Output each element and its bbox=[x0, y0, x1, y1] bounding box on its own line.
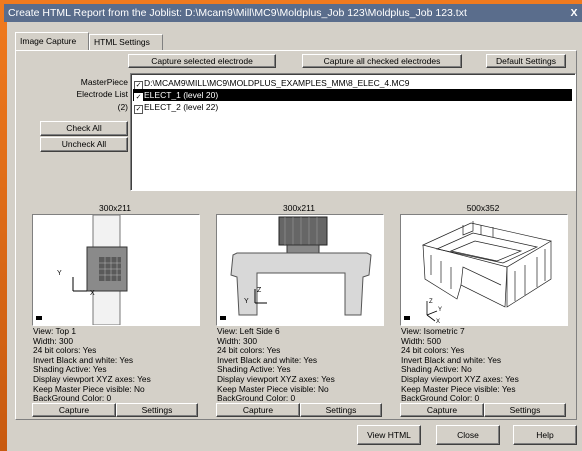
top-view-drawing: Y X bbox=[36, 215, 128, 325]
capture-selected-button[interactable]: Capture selected electrode bbox=[128, 54, 276, 68]
preview-1-size: 300x211 bbox=[99, 203, 131, 213]
preview-2-settings-button[interactable]: Settings bbox=[300, 403, 382, 417]
axis-label-z: Z bbox=[429, 299, 433, 305]
preview-2-image: Z Y bbox=[216, 214, 384, 326]
list-item-elect-2[interactable]: ✓ ELECT_2 (level 22) bbox=[133, 101, 218, 114]
axis-label-y: Y bbox=[244, 298, 249, 305]
preview-2-size: 300x211 bbox=[283, 203, 315, 213]
image-capture-panel: Capture selected electrode Capture all c… bbox=[15, 50, 577, 420]
default-settings-button[interactable]: Default Settings bbox=[486, 54, 566, 68]
preview-3-image: Z Y X bbox=[400, 214, 568, 326]
preview-1-image: Y X bbox=[32, 214, 200, 326]
axis-label-x: X bbox=[436, 319, 440, 325]
preview-2-info: View: Left Side 6 Width: 300 24 bit colo… bbox=[217, 326, 335, 404]
list-item-masterpiece[interactable]: ✓ D:\MCAM9\MILL\MC9\MOLDPLUS_EXAMPLES_MM\… bbox=[133, 77, 409, 90]
electrode-list[interactable]: ✓ D:\MCAM9\MILL\MC9\MOLDPLUS_EXAMPLES_MM\… bbox=[130, 73, 576, 191]
close-button[interactable]: Close bbox=[436, 425, 500, 445]
masterpiece-label: MasterPiece bbox=[80, 77, 128, 87]
dialog-client: Image Capture HTML Settings Capture sele… bbox=[7, 22, 582, 451]
preview-1-capture-button[interactable]: Capture bbox=[32, 403, 116, 417]
axis-label-y: Y bbox=[57, 270, 62, 277]
preview-3-size: 500x352 bbox=[466, 203, 500, 213]
preview-1-settings-button[interactable]: Settings bbox=[116, 403, 198, 417]
axis-label-z: Z bbox=[257, 287, 262, 294]
check-all-button[interactable]: Check All bbox=[40, 121, 128, 136]
list-item-elect-1[interactable]: ✓ ELECT_1 (level 20) bbox=[133, 89, 572, 102]
tab-image-capture[interactable]: Image Capture bbox=[15, 32, 89, 50]
isometric-view-drawing: Z Y X bbox=[404, 221, 552, 325]
help-button[interactable]: Help bbox=[513, 425, 577, 445]
checkbox-icon[interactable]: ✓ bbox=[134, 105, 143, 114]
window-title: Create HTML Report from the Joblist: D:\… bbox=[8, 7, 467, 19]
capture-all-button[interactable]: Capture all checked electrodes bbox=[302, 54, 462, 68]
uncheck-all-button[interactable]: Uncheck All bbox=[40, 137, 128, 152]
preview-2-capture-button[interactable]: Capture bbox=[216, 403, 300, 417]
title-bar[interactable]: Create HTML Report from the Joblist: D:\… bbox=[4, 4, 582, 22]
axis-label-y: Y bbox=[438, 307, 442, 313]
window-frame: Create HTML Report from the Joblist: D:\… bbox=[0, 0, 582, 451]
axis-label-x: X bbox=[90, 290, 95, 297]
electrode-list-label: Electrode List bbox=[76, 89, 129, 99]
tab-html-settings[interactable]: HTML Settings bbox=[89, 34, 163, 50]
preview-1-info: View: Top 1 Width: 300 24 bit colors: Ye… bbox=[33, 326, 151, 404]
preview-3-info: View: Isometric 7 Width: 500 24 bit colo… bbox=[401, 326, 519, 404]
preview-3-capture-button[interactable]: Capture bbox=[400, 403, 484, 417]
electrode-count: (2) bbox=[117, 102, 128, 112]
close-icon[interactable]: X bbox=[568, 4, 580, 22]
view-html-button[interactable]: View HTML bbox=[357, 425, 421, 445]
left-side-view-drawing: Z Y bbox=[220, 216, 372, 320]
preview-3-settings-button[interactable]: Settings bbox=[484, 403, 566, 417]
